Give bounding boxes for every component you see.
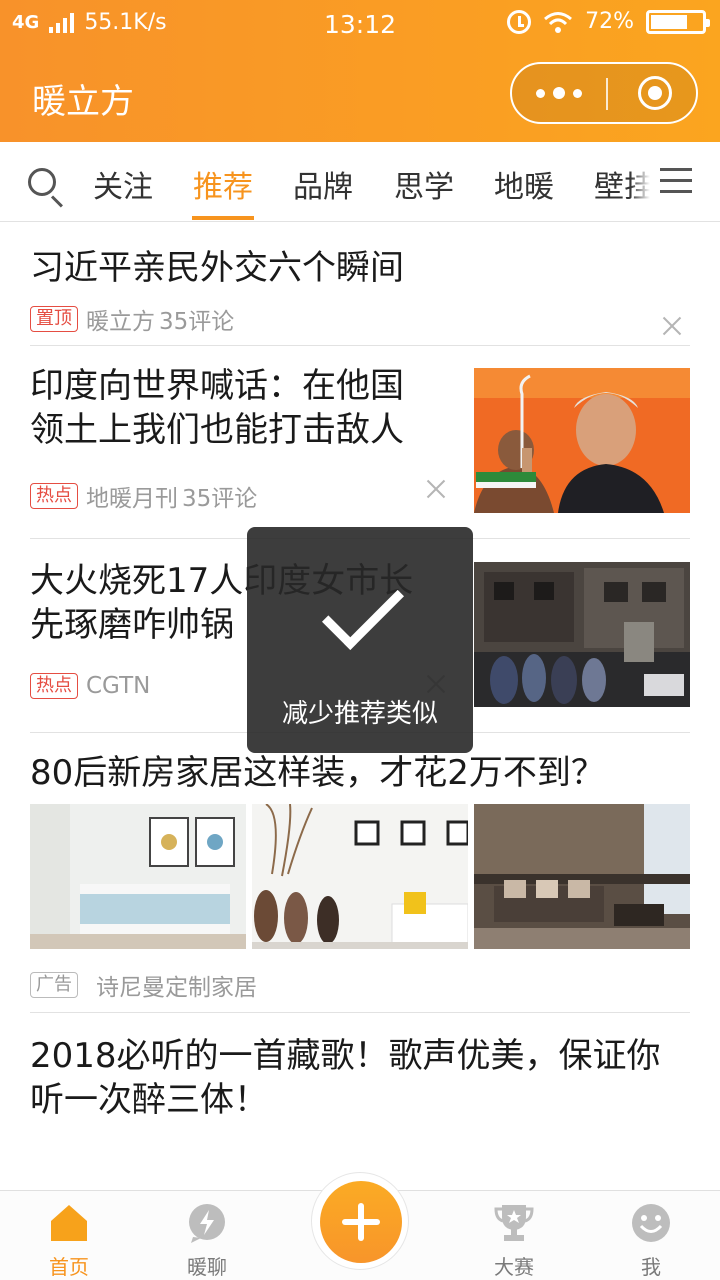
menu-icon[interactable] xyxy=(658,164,694,196)
more-icon[interactable] xyxy=(512,64,606,122)
article-title-line[interactable]: 先琢磨咋帅锅 xyxy=(30,602,234,648)
nav-label: 首页 xyxy=(49,1255,89,1279)
article-meta: 置顶 暖立方 35评论 xyxy=(30,302,234,336)
app-header: 4G 55.1K/s 13:12 72% 暖立方 xyxy=(0,0,720,142)
tab-recommended[interactable]: 推荐 xyxy=(193,162,253,206)
article-title-line[interactable]: 印度向世界喊话：在他国 xyxy=(30,363,404,409)
alarm-icon xyxy=(507,9,532,34)
divider xyxy=(30,1012,690,1013)
close-miniprogram-icon[interactable] xyxy=(638,76,672,110)
nav-label: 暖聊 xyxy=(187,1255,227,1279)
status-bar: 4G 55.1K/s 13:12 72% xyxy=(0,0,720,48)
chat-bolt-icon xyxy=(187,1203,227,1243)
capsule-divider xyxy=(606,78,608,110)
article-source: CGTN xyxy=(86,673,151,699)
ad-image[interactable] xyxy=(474,804,690,949)
toast: 减少推荐类似 xyxy=(247,527,473,753)
nav-label: 大赛 xyxy=(494,1255,534,1279)
wifi-icon xyxy=(543,10,573,34)
article-comments: 35评论 xyxy=(159,309,235,335)
article-comments: 35评论 xyxy=(182,486,258,512)
article-title[interactable]: 习近平亲民外交六个瞬间 xyxy=(30,245,404,291)
ad-image[interactable] xyxy=(252,804,468,949)
hot-badge: 热点 xyxy=(30,673,78,699)
tab-brand[interactable]: 品牌 xyxy=(293,162,353,206)
nav-home[interactable]: 首页 xyxy=(9,1191,129,1280)
article-title-line[interactable]: 领土上我们也能打击敌人 xyxy=(30,407,404,453)
article-meta: 热点 地暖月刊 35评论 xyxy=(30,479,257,513)
article-title-line[interactable]: 2018必听的一首藏歌！歌声优美，保证你 xyxy=(30,1033,661,1079)
battery-percent: 72% xyxy=(585,9,634,34)
ad-image[interactable] xyxy=(30,804,246,949)
dismiss-icon[interactable] xyxy=(426,479,446,499)
article-thumbnail[interactable] xyxy=(474,368,690,513)
article-source: 地暖月刊 xyxy=(86,486,178,512)
home-icon xyxy=(49,1203,89,1243)
plus-icon xyxy=(320,1181,402,1263)
tab-learning[interactable]: 思学 xyxy=(394,162,454,206)
article-source: 暖立方 xyxy=(86,309,155,335)
tab-fade xyxy=(630,143,650,221)
trophy-icon xyxy=(494,1203,534,1243)
divider xyxy=(30,345,690,346)
check-icon xyxy=(321,567,405,651)
page-title: 暖立方 xyxy=(32,82,134,122)
nav-label: 我 xyxy=(641,1255,661,1279)
publish-button[interactable] xyxy=(311,1172,409,1270)
article-title-line[interactable]: 听一次醉三体！ xyxy=(30,1077,268,1123)
nav-chat[interactable]: 暖聊 xyxy=(147,1191,267,1280)
dismiss-icon[interactable] xyxy=(662,316,682,336)
battery-icon xyxy=(646,9,710,34)
smiley-icon xyxy=(631,1203,671,1243)
article-meta: 广告 诗尼曼定制家居 xyxy=(30,968,257,1002)
active-tab-indicator xyxy=(192,216,254,220)
miniprogram-capsule xyxy=(510,62,698,124)
article-thumbnail[interactable] xyxy=(474,562,690,707)
pinned-badge: 置顶 xyxy=(30,306,78,332)
search-icon[interactable] xyxy=(28,168,64,208)
article-title[interactable]: 80后新房家居这样装，才花2万不到？ xyxy=(30,750,605,796)
tab-floor-heating[interactable]: 地暖 xyxy=(494,162,554,206)
category-tabs: 关注 推荐 品牌 思学 地暖 壁挂 xyxy=(0,142,720,222)
tab-following[interactable]: 关注 xyxy=(93,162,153,206)
hot-badge: 热点 xyxy=(30,483,78,509)
article-meta: 热点 CGTN xyxy=(30,673,150,699)
nav-me[interactable]: 我 xyxy=(591,1191,711,1280)
ad-badge: 广告 xyxy=(30,972,78,998)
article-source: 诗尼曼定制家居 xyxy=(96,975,257,1001)
nav-contest[interactable]: 大赛 xyxy=(454,1191,574,1280)
toast-message: 减少推荐类似 xyxy=(281,699,438,729)
